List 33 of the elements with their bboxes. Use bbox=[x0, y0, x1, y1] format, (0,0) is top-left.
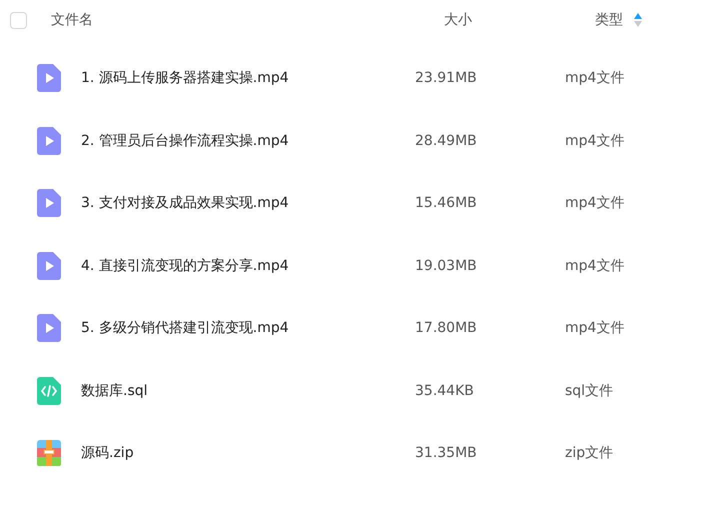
file-type: sql文件 bbox=[565, 382, 614, 399]
file-type: mp4文件 bbox=[565, 195, 624, 212]
video-file-icon bbox=[37, 252, 61, 280]
sort-icon[interactable] bbox=[633, 12, 643, 28]
file-size: 28.49MB bbox=[415, 132, 477, 149]
file-name[interactable]: 3. 支付对接及成品效果实现.mp4 bbox=[81, 194, 289, 212]
file-size: 35.44KB bbox=[415, 382, 474, 399]
file-type: mp4文件 bbox=[565, 70, 624, 86]
file-type: zip文件 bbox=[565, 445, 614, 462]
file-name[interactable]: 1. 源码上传服务器搭建实操.mp4 bbox=[81, 69, 289, 88]
file-name[interactable]: 2. 管理员后台操作流程实操.mp4 bbox=[81, 132, 289, 150]
file-type: mp4文件 bbox=[565, 258, 624, 274]
column-header[interactable]: 类型 bbox=[595, 11, 623, 29]
file-name[interactable]: 数据库.sql bbox=[81, 382, 148, 400]
video-file-icon bbox=[37, 64, 61, 92]
file-size: 31.35MB bbox=[415, 445, 477, 462]
file-name[interactable]: 4. 直接引流变现的方案分享.mp4 bbox=[81, 256, 289, 275]
select-all-checkbox[interactable] bbox=[10, 12, 27, 28]
file-size: 17.80MB bbox=[415, 320, 477, 336]
video-file-icon bbox=[37, 314, 61, 342]
column-header[interactable]: 文件名 bbox=[51, 11, 93, 29]
file-size: 23.91MB bbox=[415, 70, 477, 86]
archive-file-icon bbox=[37, 440, 61, 466]
code-file-icon bbox=[37, 376, 61, 405]
file-type: mp4文件 bbox=[565, 320, 624, 336]
video-file-icon bbox=[37, 126, 61, 155]
video-file-icon bbox=[37, 189, 61, 218]
column-header[interactable]: 大小 bbox=[444, 11, 472, 29]
file-type: mp4文件 bbox=[565, 132, 624, 149]
file-size: 15.46MB bbox=[415, 195, 477, 212]
file-name[interactable]: 源码.zip bbox=[81, 444, 134, 462]
file-size: 19.03MB bbox=[415, 258, 477, 274]
file-name[interactable]: 5. 多级分销代搭建引流变现.mp4 bbox=[81, 319, 289, 338]
